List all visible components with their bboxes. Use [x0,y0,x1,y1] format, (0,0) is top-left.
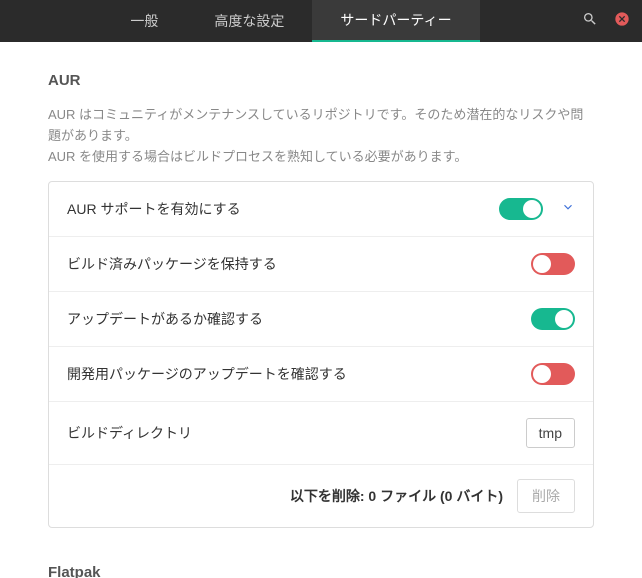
tab-thirdparty-label: サードパーティー [340,10,451,30]
label-build-dir: ビルドディレクトリ [67,423,526,443]
chevron-down-icon[interactable] [561,200,575,219]
aur-panel: AUR サポートを有効にする ビルド済みパッケージを保持する アップデートがある… [48,181,594,528]
row-enable-aur: AUR サポートを有効にする [49,182,593,237]
close-icon[interactable] [614,11,630,32]
row-keep-pkgs: ビルド済みパッケージを保持する [49,237,593,292]
label-enable-aur: AUR サポートを有効にする [67,199,499,219]
build-dir-button[interactable]: tmp [526,418,575,448]
aur-section: AUR AUR はコミュニティがメンテナンスしているリポジトリです。そのため潜在… [48,72,594,528]
content: AUR AUR はコミュニティがメンテナンスしているリポジトリです。そのため潜在… [0,42,642,578]
flatpak-title: Flatpak [48,564,594,578]
toggle-keep-pkgs[interactable] [531,253,575,275]
label-check-updates: アップデートがあるか確認する [67,309,531,329]
tabs: 一般 高度な設定 サードパーティー [0,0,582,42]
toggle-check-updates[interactable] [531,308,575,330]
tab-general-label: 一般 [130,11,158,31]
label-check-dev-updates: 開発用パッケージのアップデートを確認する [67,364,531,384]
search-icon[interactable] [582,11,598,32]
aur-desc-line1: AUR はコミュニティがメンテナンスしているリポジトリです。そのため潜在的なリス… [48,107,583,143]
tab-thirdparty[interactable]: サードパーティー [312,0,479,42]
titlebar: 一般 高度な設定 サードパーティー [0,0,642,42]
row-delete: 以下を削除: 0 ファイル (0 バイト) 削除 [49,465,593,527]
titlebar-actions [582,0,642,42]
aur-desc: AUR はコミュニティがメンテナンスしているリポジトリです。そのため潜在的なリス… [48,105,594,167]
aur-desc-line2: AUR を使用する場合はビルドプロセスを熟知している必要があります。 [48,149,467,164]
delete-button[interactable]: 削除 [517,479,575,513]
delete-info-text: 以下を削除: 0 ファイル (0 バイト) [290,486,503,506]
row-check-dev-updates: 開発用パッケージのアップデートを確認する [49,347,593,402]
flatpak-section: Flatpak Flatpakパッケージはパブリッシャーによって管理されています… [48,564,594,578]
aur-title: AUR [48,72,594,89]
toggle-enable-aur[interactable] [499,198,543,220]
row-check-updates: アップデートがあるか確認する [49,292,593,347]
tab-general[interactable]: 一般 [102,0,186,42]
row-build-dir: ビルドディレクトリ tmp [49,402,593,465]
tab-advanced-label: 高度な設定 [214,11,284,31]
label-keep-pkgs: ビルド済みパッケージを保持する [67,254,531,274]
tab-advanced[interactable]: 高度な設定 [186,0,312,42]
toggle-check-dev-updates[interactable] [531,363,575,385]
